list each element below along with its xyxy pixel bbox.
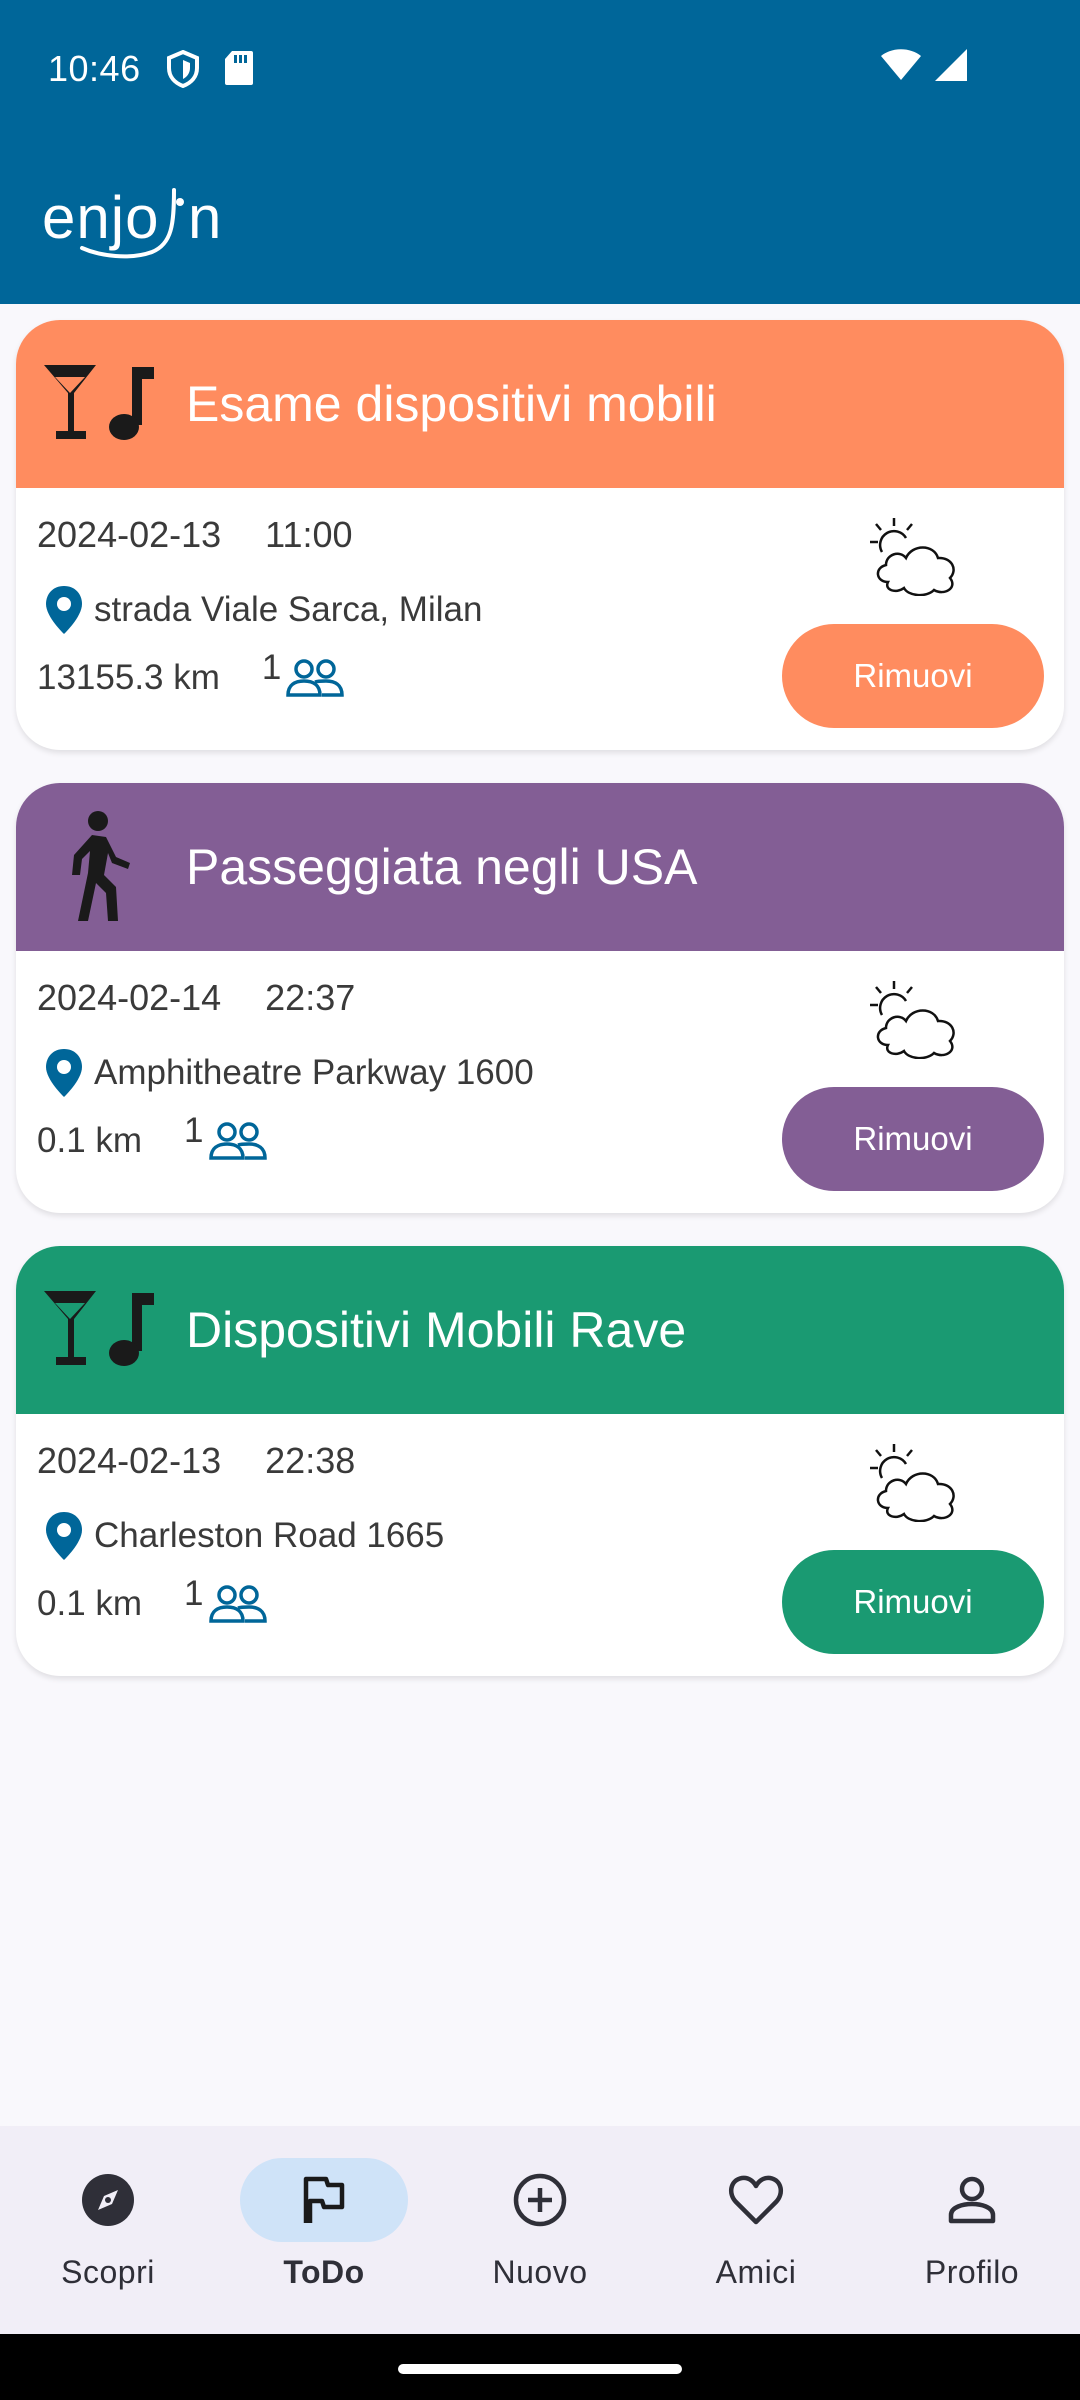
nav-item-nuovo[interactable]: Nuovo xyxy=(432,2126,648,2334)
event-time: 22:37 xyxy=(265,977,356,1018)
event-card-header: Esame dispositivi mobili xyxy=(16,320,1064,488)
participant-count: 1 xyxy=(261,648,282,687)
gesture-navigation-area xyxy=(0,2334,1080,2400)
location-pin-icon xyxy=(46,1049,82,1097)
partly-cloudy-icon xyxy=(870,518,955,596)
people-icon xyxy=(208,1122,267,1160)
compass-icon xyxy=(82,2174,134,2226)
event-card[interactable]: Esame dispositivi mobili 2024-02-13 11:0… xyxy=(16,320,1064,750)
nav-item-profilo[interactable]: Profilo xyxy=(864,2126,1080,2334)
people-icon xyxy=(208,1585,267,1623)
cocktail-music-icon xyxy=(44,1291,154,1366)
status-bar: 10:46 xyxy=(0,0,1080,136)
walking-person-icon xyxy=(72,811,130,921)
heart-icon xyxy=(728,2175,784,2225)
shield-icon xyxy=(167,50,199,88)
gesture-handle[interactable] xyxy=(398,2364,682,2374)
location-pin-icon xyxy=(46,586,82,634)
event-time: 11:00 xyxy=(265,514,353,555)
status-time: 10:46 xyxy=(48,48,141,89)
event-list: Esame dispositivi mobili 2024-02-13 11:0… xyxy=(16,320,1064,1709)
event-title: Passeggiata negli USA xyxy=(186,839,698,895)
nav-item-todo[interactable]: ToDo xyxy=(216,2126,432,2334)
event-date: 2024-02-14 xyxy=(37,977,222,1018)
people-icon xyxy=(286,659,345,697)
nav-label: Nuovo xyxy=(492,2254,588,2290)
participant-count: 1 xyxy=(184,1574,204,1613)
nav-item-scopri[interactable]: Scopri xyxy=(0,2126,216,2334)
svg-text:enjo: enjo xyxy=(42,184,159,251)
event-location: strada Viale Sarca, Milan xyxy=(94,590,483,629)
person-icon xyxy=(948,2176,996,2224)
nav-label: Profilo xyxy=(924,2254,1020,2290)
enjoin-logo: enjo n xyxy=(42,184,221,259)
cocktail-music-icon xyxy=(44,365,154,440)
event-distance: 13155.3 km xyxy=(37,658,220,697)
bottom-navigation: Scopri ToDo Nuovo Amici Profilo xyxy=(0,2126,1080,2334)
remove-button[interactable]: Rimuovi xyxy=(782,624,1044,728)
event-title: Dispositivi Mobili Rave xyxy=(186,1302,687,1358)
nav-label: Scopri xyxy=(61,2254,155,2290)
wifi-icon xyxy=(881,49,921,80)
location-pin-icon xyxy=(46,1512,82,1560)
svg-text:n: n xyxy=(188,184,221,251)
event-card[interactable]: Dispositivi Mobili Rave 2024-02-13 22:38… xyxy=(16,1246,1064,1676)
event-date: 2024-02-13 xyxy=(37,514,222,555)
nav-label: ToDo xyxy=(283,2254,365,2290)
event-card-header: Dispositivi Mobili Rave xyxy=(16,1246,1064,1414)
app-bar: enjo n xyxy=(0,136,1080,304)
partly-cloudy-icon xyxy=(870,981,955,1059)
event-location: Amphitheatre Parkway 1600 xyxy=(94,1053,534,1092)
event-card-header: Passeggiata negli USA xyxy=(16,783,1064,951)
event-title: Esame dispositivi mobili xyxy=(186,376,717,432)
signal-icon xyxy=(935,49,967,81)
remove-button[interactable]: Rimuovi xyxy=(782,1087,1044,1191)
nav-label: Amici xyxy=(715,2254,797,2290)
participant-count: 1 xyxy=(184,1111,204,1150)
event-distance: 0.1 km xyxy=(37,1584,143,1623)
event-time: 22:38 xyxy=(265,1440,356,1481)
flag-icon xyxy=(303,2176,345,2223)
event-date: 2024-02-13 xyxy=(37,1440,222,1481)
partly-cloudy-icon xyxy=(870,1444,955,1522)
sd-card-icon xyxy=(225,51,253,85)
remove-button[interactable]: Rimuovi xyxy=(782,1550,1044,1654)
event-location: Charleston Road 1665 xyxy=(94,1516,445,1555)
event-distance: 0.1 km xyxy=(37,1121,143,1160)
nav-item-amici[interactable]: Amici xyxy=(648,2126,864,2334)
add-circle-icon xyxy=(513,2173,567,2227)
event-card[interactable]: Passeggiata negli USA 2024-02-14 22:37 A… xyxy=(16,783,1064,1213)
